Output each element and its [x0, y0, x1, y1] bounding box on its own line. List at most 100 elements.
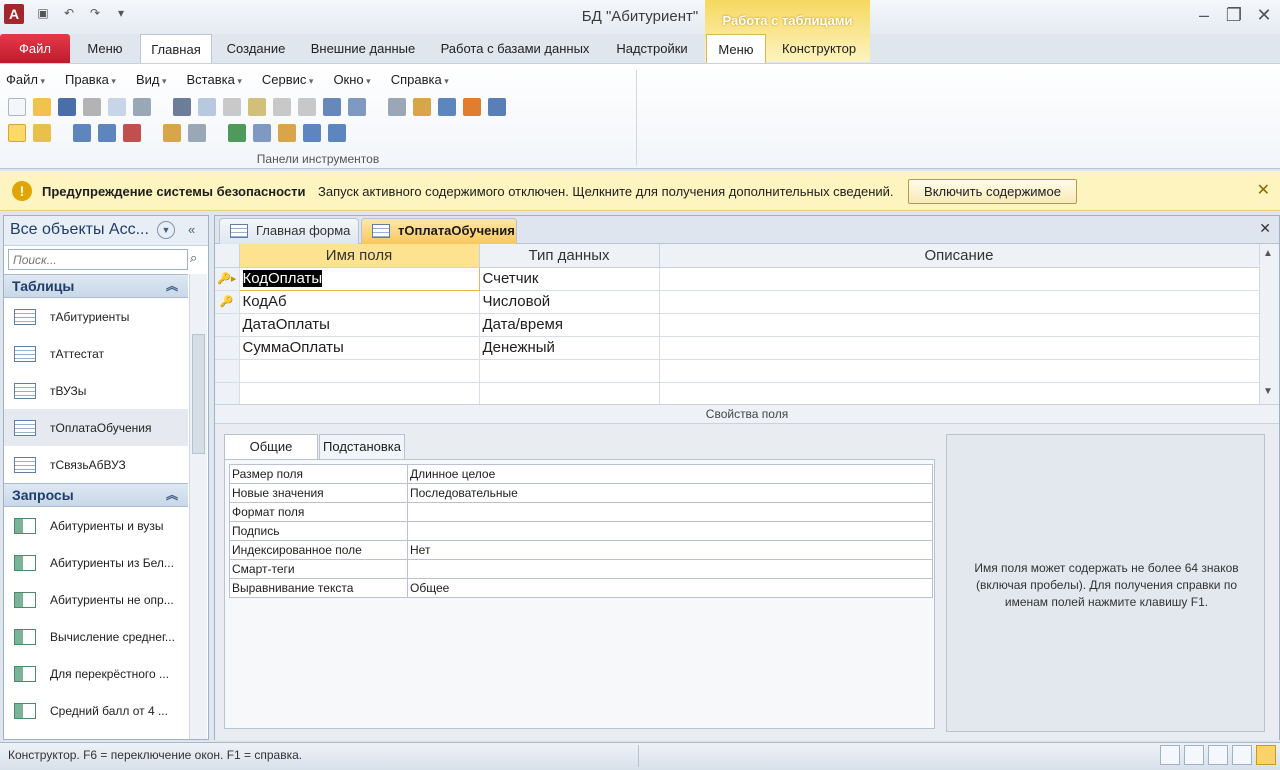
object-dependencies-icon[interactable] — [303, 124, 321, 142]
property-sheet-icon[interactable] — [163, 124, 181, 142]
format-painter-icon[interactable] — [248, 98, 266, 116]
tab-general[interactable]: Общие — [224, 434, 318, 461]
new-icon[interactable] — [8, 98, 26, 116]
nav-item-query[interactable]: Для перекрёстного ... — [4, 655, 188, 692]
redo-icon[interactable]: ↷ — [84, 6, 106, 20]
property-row[interactable]: Выравнивание текста Общее — [229, 578, 933, 598]
description-cell[interactable] — [659, 290, 1260, 314]
office-links-icon[interactable] — [323, 98, 341, 116]
paste-icon[interactable] — [223, 98, 241, 116]
close-icon[interactable]: ✕ — [1259, 220, 1271, 237]
tab-menu[interactable]: Меню — [75, 34, 135, 64]
menu-file[interactable]: Файл — [6, 72, 45, 87]
relationships-icon[interactable] — [438, 98, 456, 116]
field-name-cell[interactable]: КодОплаты — [238, 266, 480, 291]
primary-key-icon[interactable]: 🔑▸ — [215, 267, 240, 291]
table-row-empty[interactable] — [215, 382, 1260, 406]
nav-group-tables[interactable]: Таблицы ︽ — [4, 274, 188, 298]
new-object-icon[interactable] — [463, 98, 481, 116]
cut-icon[interactable] — [173, 98, 191, 116]
nav-item-table[interactable]: тВУЗы — [4, 372, 188, 409]
grid-scrollbar[interactable]: ▲ ▼ — [1259, 244, 1279, 404]
menu-tools[interactable]: Сервис — [262, 72, 314, 87]
rename-icon[interactable] — [278, 124, 296, 142]
help-tool-icon[interactable] — [488, 98, 506, 116]
search-icon[interactable]: ⌕ — [190, 250, 197, 266]
modify-lookups-icon[interactable] — [253, 124, 271, 142]
properties-icon[interactable] — [413, 98, 431, 116]
tab-context-menu[interactable]: Меню — [706, 34, 766, 64]
nav-item-table[interactable]: тАттестат — [4, 335, 188, 372]
property-row[interactable]: Смарт-теги — [229, 559, 933, 579]
insert-rows-icon[interactable] — [73, 124, 91, 142]
scroll-down-icon[interactable]: ▼ — [1263, 386, 1273, 397]
delete-rows-icon[interactable] — [123, 124, 141, 142]
minimize-button[interactable]: – — [1190, 2, 1218, 28]
description-cell[interactable] — [659, 313, 1260, 337]
tab-external-data[interactable]: Внешние данные — [302, 34, 424, 64]
tab-database-tools[interactable]: Работа с базами данных — [432, 34, 598, 64]
open-icon[interactable] — [33, 98, 51, 116]
copy-icon[interactable] — [198, 98, 216, 116]
scroll-thumb[interactable] — [192, 334, 205, 454]
menu-insert[interactable]: Вставка — [187, 72, 242, 87]
field-name-cell[interactable]: СуммаОплаты — [239, 336, 480, 360]
menu-edit[interactable]: Правка — [65, 72, 116, 87]
data-type-cell[interactable]: Числовой — [479, 290, 660, 314]
primary-key-icon[interactable]: 🔑 — [215, 290, 240, 314]
nav-item-query[interactable]: Абитуриенты и вузы — [4, 507, 188, 544]
print-icon[interactable] — [83, 98, 101, 116]
close-icon[interactable]: ✕ — [1257, 180, 1270, 200]
table-row[interactable]: 🔑 КодАб Числовой — [215, 290, 1260, 314]
doc-tab-main-form[interactable]: Главная форма — [219, 218, 359, 244]
customize-qat-icon[interactable]: ▾ — [110, 6, 132, 20]
menu-window[interactable]: Окно — [333, 72, 370, 87]
table-row-empty[interactable] — [215, 359, 1260, 383]
menu-help[interactable]: Справка — [391, 72, 449, 87]
chevron-down-icon[interactable]: ▼ — [157, 221, 175, 239]
data-type-cell[interactable]: Дата/время — [479, 313, 660, 337]
nav-item-query[interactable]: Вычисление среднег... — [4, 618, 188, 655]
tab-lookup[interactable]: Подстановка — [319, 434, 405, 460]
property-row[interactable]: Размер поля Длинное целое — [229, 464, 933, 484]
data-type-cell[interactable]: Денежный — [479, 336, 660, 360]
build-icon[interactable] — [98, 124, 116, 142]
restore-button[interactable]: ❐ — [1220, 2, 1248, 28]
nav-item-query[interactable]: Абитуриенты не опр... — [4, 581, 188, 618]
save-icon[interactable] — [58, 98, 76, 116]
code-icon[interactable] — [388, 98, 406, 116]
menu-view[interactable]: Вид — [136, 72, 167, 87]
save-icon[interactable]: ▣ — [32, 6, 54, 20]
description-cell[interactable] — [659, 336, 1260, 360]
redo-tool-icon[interactable] — [298, 98, 316, 116]
access-app-icon[interactable]: A — [4, 4, 24, 24]
row-selector[interactable] — [215, 336, 240, 360]
property-row[interactable]: Подпись — [229, 521, 933, 541]
property-row[interactable]: Новые значения Последовательные — [229, 483, 933, 503]
spelling-icon[interactable] — [133, 98, 151, 116]
test-validation-icon[interactable] — [188, 124, 206, 142]
table-row[interactable]: СуммаОплаты Денежный — [215, 336, 1260, 360]
data-type-cell[interactable]: Счетчик — [479, 267, 660, 291]
doc-tab-payment-table[interactable]: тОплатаОбучения — [361, 218, 517, 244]
design-view-icon[interactable] — [1256, 745, 1276, 765]
nav-item-query[interactable]: Абитуриенты из Бел... — [4, 544, 188, 581]
tab-addins[interactable]: Надстройки — [607, 34, 697, 64]
tab-designer[interactable]: Конструктор — [772, 34, 866, 64]
table-row[interactable]: ДатаОплаты Дата/время — [215, 313, 1260, 337]
datasheet-view-icon[interactable] — [1160, 745, 1180, 765]
property-row[interactable]: Индексированное поле Нет — [229, 540, 933, 560]
description-cell[interactable] — [659, 267, 1260, 291]
check-icon[interactable] — [228, 124, 246, 142]
undo-icon[interactable]: ↶ — [58, 6, 80, 20]
collapse-pane-icon[interactable]: « — [188, 222, 195, 237]
nav-item-table[interactable]: тСвязьАбВУЗ — [4, 446, 188, 483]
pivotchart-view-icon[interactable] — [1208, 745, 1228, 765]
close-window-button[interactable]: ✕ — [1250, 2, 1278, 28]
scroll-up-icon[interactable]: ▲ — [1263, 248, 1273, 259]
indexes-icon[interactable] — [33, 124, 51, 142]
row-selector[interactable] — [215, 313, 240, 337]
field-name-cell[interactable]: ДатаОплаты — [239, 313, 480, 337]
nav-group-queries[interactable]: Запросы ︽ — [4, 483, 188, 507]
nav-title[interactable]: Все объекты Acc... — [10, 221, 149, 239]
